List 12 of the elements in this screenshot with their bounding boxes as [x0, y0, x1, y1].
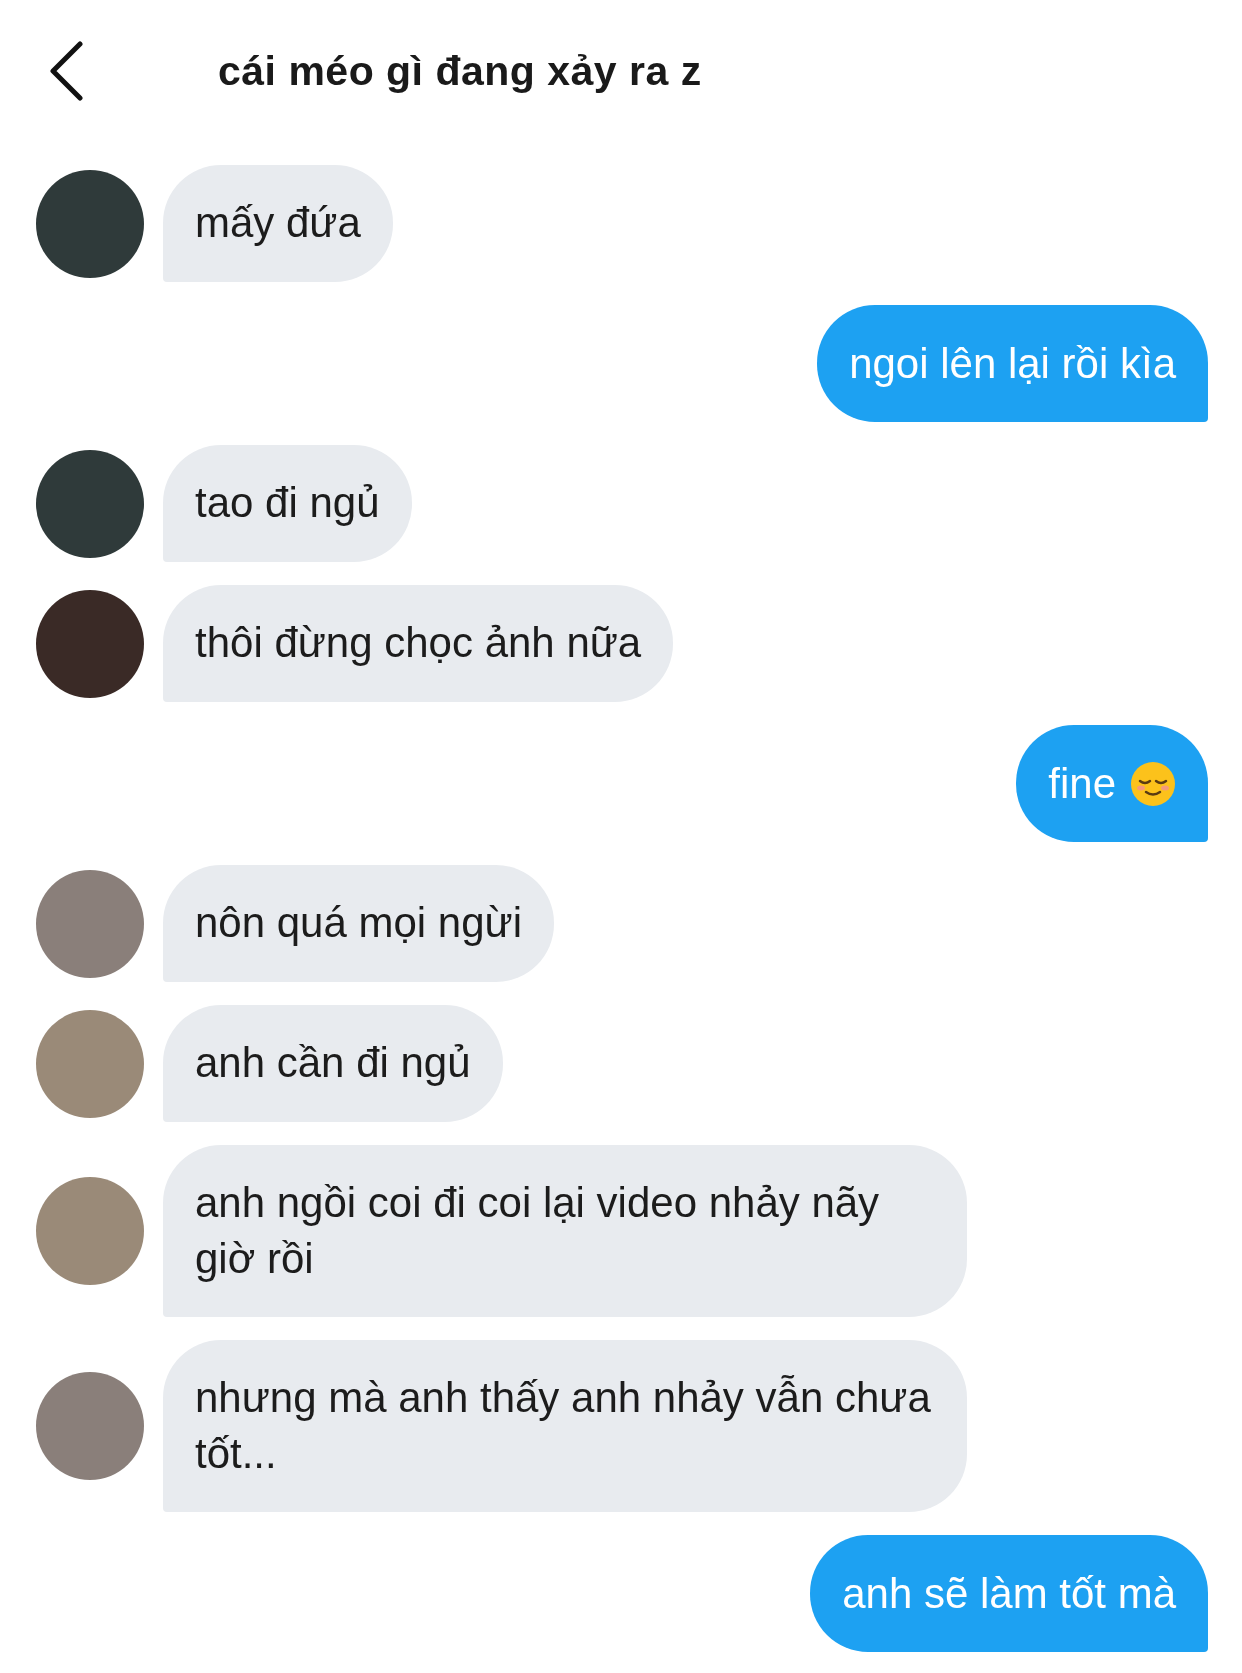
- chat-title: cái méo gì đang xảy ra z: [218, 47, 702, 95]
- message-text: anh sẽ làm tốt mà: [842, 1568, 1176, 1619]
- message-bubble: anh cần đi ngủ: [163, 1005, 503, 1122]
- message-bubble: anh ngồi coi đi coi lại video nhảy nãy giờ rồi: [163, 1145, 967, 1317]
- back-icon[interactable]: [48, 41, 84, 101]
- message-bubble: thôi đừng chọc ảnh nữa: [163, 585, 674, 702]
- message-text: fine: [1048, 758, 1116, 809]
- message-bubble: nhưng mà anh thấy anh nhảy vẫn chưa tốt...: [163, 1340, 967, 1512]
- message-bubble: nôn quá mọi ngừi: [163, 865, 554, 982]
- message-text: ngoi lên lại rồi kìa: [849, 338, 1176, 389]
- message-bubble: mấy đứa: [163, 165, 393, 282]
- message-bubble: tao đi ngủ: [163, 445, 412, 562]
